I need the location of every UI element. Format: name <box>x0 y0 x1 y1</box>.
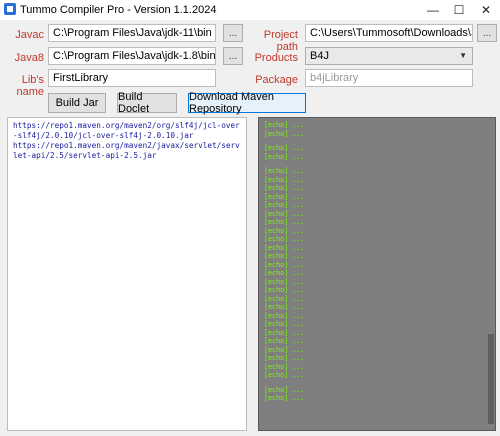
java8-browse-button[interactable]: ... <box>223 47 243 65</box>
window-title: Tummo Compiler Pro - Version 1.1.2024 <box>20 4 217 16</box>
console-line: [echo] ... <box>264 260 305 269</box>
java8-field[interactable]: C:\Program Files\Java\jdk-1.8\bin <box>48 47 216 65</box>
minimize-button[interactable]: — <box>420 0 446 20</box>
app-icon <box>4 3 16 15</box>
console-line: [echo] ... <box>264 286 305 294</box>
products-label: Products <box>254 52 298 64</box>
javac-label: Javac <box>15 29 44 41</box>
console-line: [echo] ... <box>264 385 305 394</box>
title-bar: Tummo Compiler Pro - Version 1.1.2024 — … <box>0 0 500 20</box>
package-label: Package <box>255 74 298 86</box>
console-line: [echo] ... <box>264 226 305 235</box>
console-line: [echo] ... <box>264 235 305 243</box>
console-line: [echo] ... <box>264 192 305 201</box>
console-line: [echo] ... <box>264 311 305 320</box>
console-line: [echo] ... <box>264 394 305 402</box>
javac-browse-button[interactable]: ... <box>223 24 243 42</box>
console-line: [echo] ... <box>264 218 305 226</box>
console-line: [echo] ... <box>264 167 305 175</box>
projectpath-browse-button[interactable]: ... <box>477 24 497 42</box>
chevron-down-icon: ▼ <box>459 51 467 60</box>
console-line: [echo] ... <box>264 277 305 286</box>
libname-field[interactable]: FirstLibrary <box>48 69 216 87</box>
maven-links-textarea[interactable]: https://repo1.maven.org/maven2/org/slf4j… <box>7 117 247 431</box>
console-line: [echo] ... <box>264 144 305 152</box>
console-line: [echo] ... <box>264 345 305 354</box>
close-button[interactable]: ✕ <box>473 0 499 20</box>
build-doclet-button[interactable]: Build Doclet <box>117 91 177 115</box>
console-line: [echo] ... <box>264 328 305 337</box>
console-line: [echo] ... <box>264 354 305 362</box>
console-line: [echo] ... <box>264 175 305 184</box>
console-line: [echo] ... <box>264 362 305 371</box>
console-line: [echo] ... <box>264 303 305 311</box>
java8-label: Java8 <box>14 52 44 64</box>
libname-label: Lib's name <box>16 74 44 98</box>
console-line: [echo] ... <box>264 152 305 161</box>
maximize-button[interactable]: ☐ <box>446 0 472 20</box>
products-select[interactable]: B4J ▼ <box>305 47 473 65</box>
list-item: https://repo1.maven.org/maven2/org/slf4j… <box>13 121 240 140</box>
package-field[interactable]: b4jLibrary <box>305 69 473 87</box>
console-line: [echo] ... <box>264 201 305 209</box>
console-line: [echo] ... <box>264 252 305 260</box>
console-line: [echo] ... <box>264 337 305 345</box>
console-line: [echo] ... <box>264 121 305 129</box>
projectpath-field[interactable]: C:\Users\Tummosoft\Downloads\SimpleLibra… <box>305 24 473 42</box>
console-line: [echo] ... <box>264 209 305 218</box>
scrollbar[interactable] <box>488 334 494 424</box>
console-line: [echo] ... <box>264 269 305 277</box>
download-maven-button[interactable]: Download Maven Repository <box>188 91 306 115</box>
console-line: [echo] ... <box>264 371 305 379</box>
build-jar-button[interactable]: Build Jar <box>48 93 106 113</box>
javac-field[interactable]: C:\Program Files\Java\jdk-11\bin <box>48 24 216 42</box>
console-line: [echo] ... <box>264 320 305 328</box>
console-line: [echo] ... <box>264 184 305 192</box>
projectpath-label: Project path <box>263 29 298 53</box>
console-line: [echo] ... <box>264 294 305 303</box>
list-item: https://repo1.maven.org/maven2/javax/ser… <box>13 141 240 160</box>
console-line: [echo] ... <box>264 243 305 252</box>
products-selected-value: B4J <box>310 50 329 62</box>
console-line: [echo] ... <box>264 129 305 138</box>
console-output: [echo] ... [echo] ... [echo] ... [echo] ...… <box>258 117 496 431</box>
